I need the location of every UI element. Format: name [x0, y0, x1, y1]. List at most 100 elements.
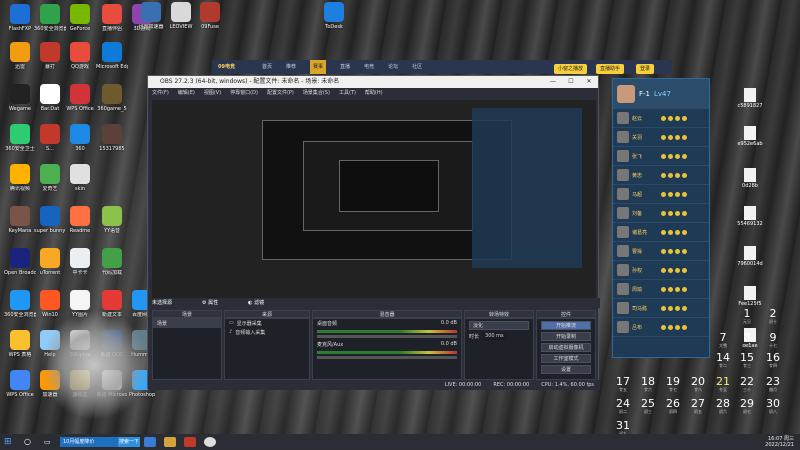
desktop-icon[interactable]: 360 [64, 124, 96, 164]
calendar-day[interactable]: 25 初三 [635, 398, 661, 414]
calendar-day[interactable]: 19 廿七 [660, 376, 686, 392]
calendar-day[interactable]: 7 大雪 [710, 332, 736, 348]
game-icon[interactable] [184, 437, 196, 447]
start-streaming-button[interactable]: 开始推流 [541, 321, 591, 330]
duration-input[interactable]: 300 ms [482, 333, 507, 340]
filters-button[interactable]: ◐ 滤镜 [248, 298, 264, 308]
desktop-icon[interactable]: LEOVIEW [165, 2, 197, 42]
desktop-icon[interactable]: e952e6ab [735, 126, 765, 147]
desktop-icon[interactable]: 迅雷加速器 [135, 2, 167, 42]
menu-help[interactable]: 帮助(H) [365, 88, 383, 98]
minimize-icon[interactable]: — [544, 76, 562, 88]
desktop-icon[interactable]: WPS Office [64, 84, 96, 124]
calendar-day[interactable]: 2 初十 [760, 308, 786, 324]
list-item[interactable]: 黄忠 [613, 166, 709, 185]
list-item[interactable]: 孙权 [613, 261, 709, 280]
obs-icon[interactable] [204, 437, 216, 447]
calendar-day[interactable]: 28 初六 [710, 398, 736, 414]
list-item[interactable]: 曹操 [613, 242, 709, 261]
menu-tools[interactable]: 工具(T) [339, 88, 356, 98]
desktop-icon[interactable]: FlashFXP [4, 4, 36, 44]
calendar-day[interactable]: 17 廿五 [610, 376, 636, 392]
close-icon[interactable]: ✕ [580, 76, 598, 88]
desktop-icon[interactable]: super bunny man [34, 206, 66, 246]
menu-view[interactable]: 视图(V) [204, 88, 221, 98]
calendar-day[interactable]: 16 廿四 [760, 352, 786, 368]
desktop-icon[interactable]: QQ游戏 [64, 42, 96, 82]
desktop-icon[interactable]: S... [34, 124, 66, 164]
desktop-icon[interactable]: 代码加载 [96, 248, 128, 288]
list-item[interactable]: 张飞 [613, 147, 709, 166]
maximize-icon[interactable]: ☐ [562, 76, 580, 88]
taskbar-search-input[interactable]: 10月幅度降价 [60, 437, 118, 447]
calendar-day[interactable]: 23 腊月 [760, 376, 786, 392]
volume-slider[interactable] [317, 335, 457, 338]
calendar-day[interactable]: 21 冬至 [710, 376, 736, 392]
start-recording-button[interactable]: 开始录制 [541, 332, 591, 341]
list-item[interactable]: 诸葛亮 [613, 223, 709, 242]
desktop-icon[interactable]: c5891827 [735, 88, 765, 109]
desktop-icon[interactable]: Microsoft Edge [96, 42, 128, 82]
menu-edit[interactable]: 编辑(E) [178, 88, 195, 98]
live-assistant-button[interactable]: 直播助手 [596, 64, 625, 74]
list-item[interactable]: 关羽 [613, 128, 709, 147]
settings-button[interactable]: 设置 [541, 365, 591, 374]
nav-tab[interactable]: 直播 [340, 60, 350, 74]
menu-profile[interactable]: 配置文件(P) [267, 88, 294, 98]
desktop-icon[interactable]: 15317985 [96, 124, 128, 164]
menu-scene-collection[interactable]: 场景集合(S) [303, 88, 330, 98]
nav-tab[interactable]: 社区 [412, 60, 422, 74]
desktop-icon[interactable]: WPS 表格 [4, 330, 36, 370]
calendar-day[interactable]: 29 初七 [734, 398, 760, 414]
desktop-icon[interactable]: Wegame [4, 84, 36, 124]
desktop-icon[interactable]: GeForce [64, 4, 96, 44]
desktop-icon[interactable]: 09Fuse [194, 2, 226, 42]
obs-preview[interactable] [152, 100, 596, 298]
desktop-icon[interactable]: 0d28b [735, 168, 765, 189]
desktop-icon[interactable]: WPS Office [4, 370, 36, 410]
desktop-icon[interactable]: ToDesk [318, 2, 350, 42]
taskbar-search-button[interactable]: 搜索一下 [118, 437, 140, 447]
source-item[interactable]: ▭ 显示器采集 [225, 319, 309, 328]
calendar-day[interactable]: 30 初八 [760, 398, 786, 414]
desktop-icon[interactable]: uTorrent [34, 248, 66, 288]
calendar-day[interactable]: 24 初二 [610, 398, 636, 414]
list-item[interactable]: 赵云 [613, 109, 709, 128]
desktop-icon[interactable]: skin [64, 164, 96, 204]
nav-tab[interactable]: 论坛 [388, 60, 398, 74]
scene-item[interactable]: 场景 [153, 319, 221, 328]
calendar-day[interactable]: 22 三十 [734, 376, 760, 392]
calendar-day[interactable]: 15 廿三 [734, 352, 760, 368]
desktop-icon[interactable]: 直播伴侣 [96, 4, 128, 44]
desktop-icon[interactable]: 7960014d [735, 246, 765, 267]
search-icon[interactable]: ○ [24, 437, 36, 447]
list-item[interactable]: 马超 [613, 185, 709, 204]
calendar-day[interactable]: 20 廿八 [685, 376, 711, 392]
login-button[interactable]: 登录 [636, 64, 655, 74]
desktop-icon[interactable]: 55469132 [735, 206, 765, 227]
desktop-icon[interactable]: 迅雷 [4, 42, 36, 82]
edge-icon[interactable] [144, 437, 156, 447]
desktop-icon[interactable]: 爱奇艺 [34, 164, 66, 204]
desktop-icon[interactable]: Open Broadcast [4, 248, 36, 288]
avatar[interactable] [617, 85, 635, 103]
nav-tab[interactable]: 推荐 [286, 60, 296, 74]
calendar-day[interactable]: 9 十七 [760, 332, 786, 348]
calendar-day[interactable]: 14 廿二 [710, 352, 736, 368]
nav-tab[interactable]: 首页 [262, 60, 272, 74]
desktop-icon[interactable]: 360安全浏览器 [34, 4, 66, 44]
studio-mode-button[interactable]: 工作室模式 [541, 354, 591, 363]
folder-icon[interactable] [164, 437, 176, 447]
desktop-icon[interactable]: 腾讯视频 [4, 164, 36, 204]
mini-window-button[interactable]: 小窗之播放 [554, 64, 588, 74]
desktop-icon[interactable]: 暴打 [34, 42, 66, 82]
list-item[interactable]: 刘备 [613, 204, 709, 223]
desktop-icon[interactable]: Readme [64, 206, 96, 246]
menu-file[interactable]: 文件(F) [152, 88, 169, 98]
desktop-icon[interactable]: 360game_5 [96, 84, 128, 124]
calendar-day[interactable]: 26 初四 [660, 398, 686, 414]
desktop-icon[interactable]: YY语音 [96, 206, 128, 246]
calendar-day[interactable]: 18 廿六 [635, 376, 661, 392]
task-view-icon[interactable]: ▭ [44, 437, 56, 447]
windows-start-icon[interactable]: ⊞ [4, 437, 16, 447]
